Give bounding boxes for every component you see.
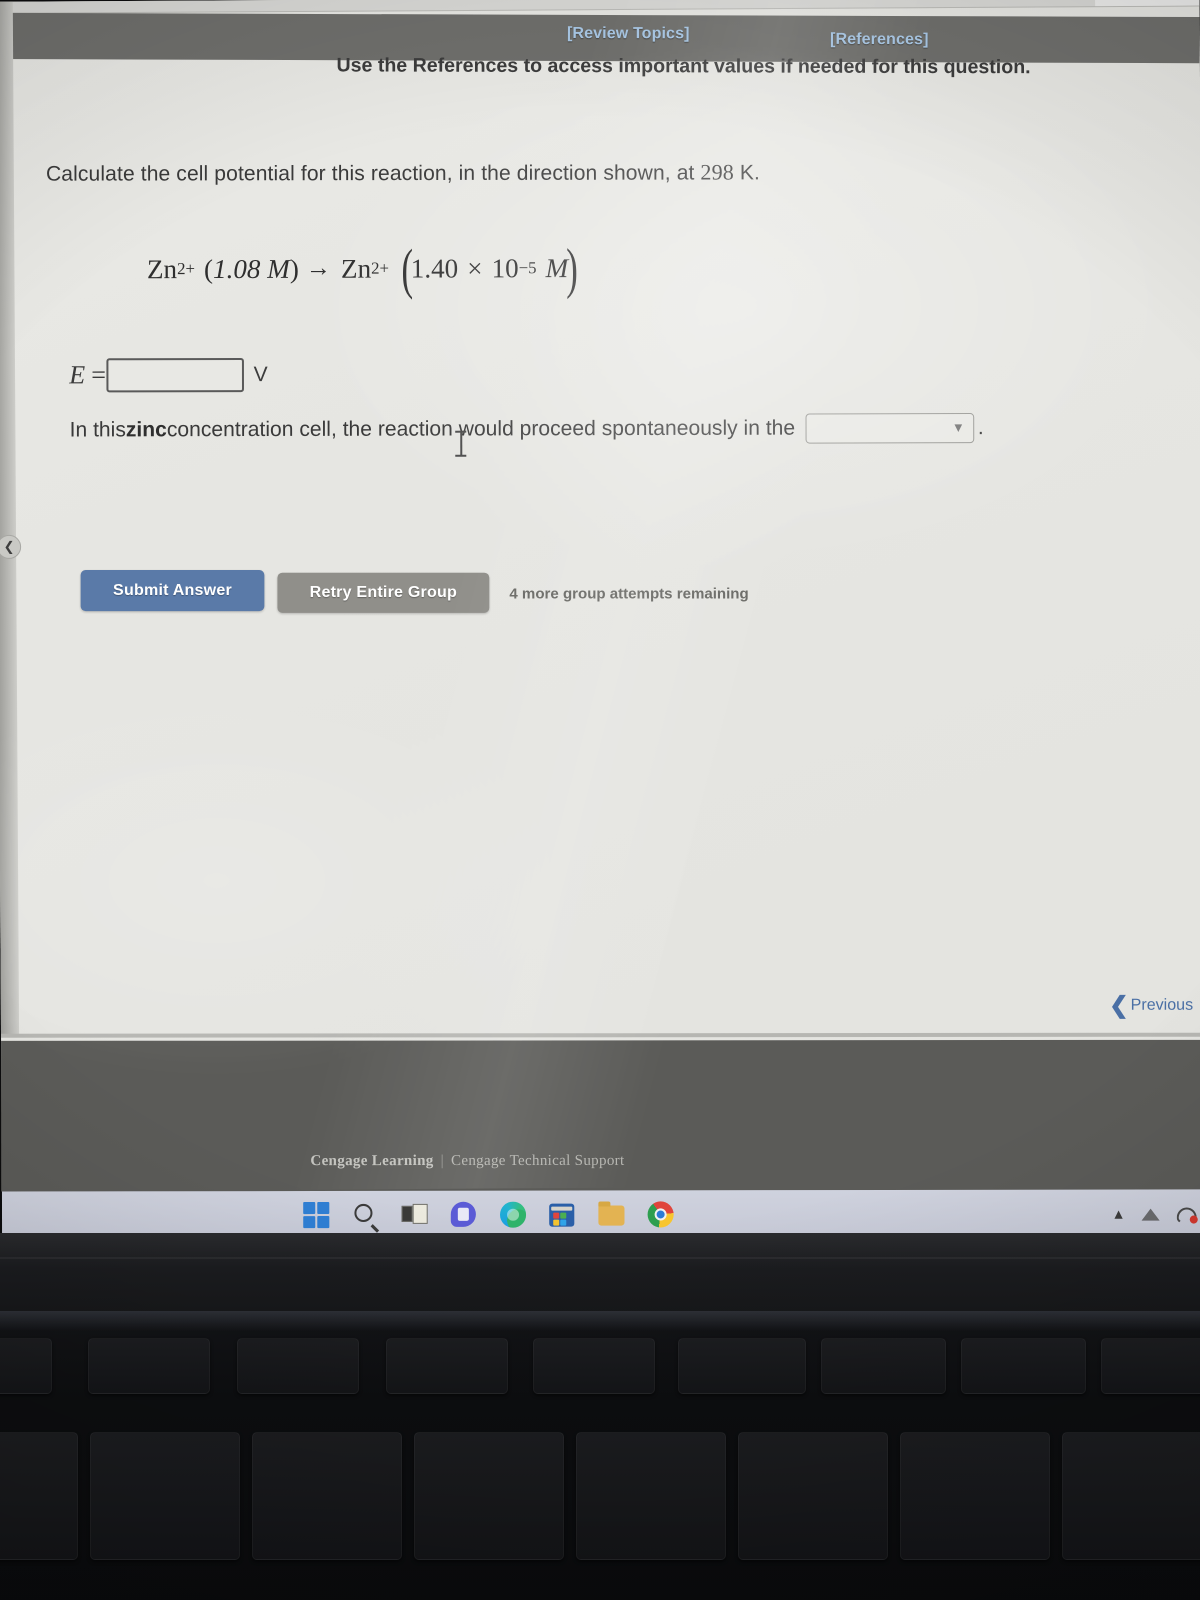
search-icon[interactable] bbox=[352, 1202, 378, 1228]
key-f7[interactable] bbox=[533, 1338, 655, 1394]
review-topics-link[interactable]: [Review Topics] bbox=[567, 25, 690, 43]
hinge-line bbox=[0, 1257, 1200, 1259]
key-f6[interactable] bbox=[386, 1338, 508, 1394]
key-f10[interactable] bbox=[961, 1338, 1086, 1394]
equals-sign: = bbox=[91, 360, 107, 390]
question-prompt: Calculate the cell potential for this re… bbox=[46, 159, 760, 186]
question-temperature: 298 bbox=[700, 159, 734, 185]
sentence-before-bold: In this bbox=[69, 418, 126, 442]
content-bottom-edge bbox=[1, 1032, 1200, 1038]
question-prompt-part2: K. bbox=[733, 161, 760, 185]
speaker-icon[interactable] bbox=[1142, 1206, 1161, 1221]
folder-icon[interactable] bbox=[598, 1201, 625, 1227]
reactant-charge: 2+ bbox=[177, 259, 195, 279]
previous-label: Previous bbox=[1131, 996, 1194, 1014]
key-f9[interactable] bbox=[821, 1338, 946, 1394]
browser-chrome-edge bbox=[0, 0, 1200, 14]
product-charge: 2+ bbox=[371, 258, 390, 278]
retry-entire-group-button[interactable]: Retry Entire Group bbox=[277, 572, 490, 613]
cell-potential-input[interactable] bbox=[105, 358, 244, 393]
key-0[interactable] bbox=[900, 1432, 1050, 1560]
key-9[interactable] bbox=[738, 1432, 888, 1560]
chrome-edge-highlight bbox=[1095, 0, 1200, 7]
key-f8[interactable] bbox=[678, 1338, 806, 1394]
chevron-left-icon: ❮ bbox=[1109, 991, 1130, 1018]
reactant-concentration: (1.08 M) bbox=[203, 253, 299, 284]
spontaneity-sentence: In this zinc concentration cell, the rea… bbox=[70, 413, 984, 446]
sidebar-collapse-icon[interactable]: ❮ bbox=[0, 534, 22, 560]
cengage-support-link[interactable]: Cengage Technical Support bbox=[451, 1153, 625, 1169]
taskbar-items bbox=[303, 1190, 674, 1239]
laptop-photo-stage: [Review Topics] [References] Use the Ref… bbox=[0, 0, 1200, 1600]
attempts-remaining-text: 4 more group attempts remaining bbox=[509, 585, 749, 603]
references-instruction: Use the References to access important v… bbox=[336, 54, 1031, 79]
key-6[interactable] bbox=[252, 1432, 402, 1560]
chrome-browser-icon[interactable] bbox=[647, 1201, 674, 1228]
windows-icon[interactable] bbox=[303, 1201, 330, 1229]
reaction-arrow: → bbox=[305, 254, 332, 282]
product-concentration: ( 1.40 × 10 −5 M ) bbox=[398, 237, 581, 301]
volt-unit-label: V bbox=[253, 363, 268, 387]
submit-answer-button[interactable]: Submit Answer bbox=[80, 569, 265, 612]
sentence-after-bold: concentration cell, the reaction would p… bbox=[166, 416, 796, 442]
product-exponent: −5 bbox=[518, 258, 537, 278]
task-view-icon[interactable] bbox=[401, 1202, 428, 1228]
key-f3[interactable] bbox=[0, 1338, 52, 1394]
footer-separator: | bbox=[440, 1152, 444, 1170]
key-pgup[interactable] bbox=[1101, 1338, 1200, 1394]
key-hyphen[interactable] bbox=[1062, 1432, 1200, 1560]
chevron-up-icon[interactable]: ▲ bbox=[1112, 1206, 1126, 1222]
key-f5[interactable] bbox=[237, 1338, 359, 1394]
network-icon[interactable] bbox=[1177, 1205, 1197, 1222]
page-footer: Cengage Learning | Cengage Technical Suppo… bbox=[1, 1039, 1200, 1192]
key-5[interactable] bbox=[90, 1432, 240, 1560]
question-prompt-part1: Calculate the cell potential for this re… bbox=[45, 161, 701, 186]
chat-icon[interactable] bbox=[450, 1201, 477, 1228]
system-tray: ▲ bbox=[1112, 1189, 1197, 1237]
references-link[interactable]: [References] bbox=[830, 31, 929, 49]
sentence-period: . bbox=[977, 416, 984, 440]
key-f4[interactable] bbox=[88, 1338, 210, 1394]
deck-glint bbox=[0, 1311, 1200, 1331]
left-paren: ( bbox=[401, 238, 414, 301]
product-species: Zn bbox=[340, 253, 372, 284]
product-unit: M bbox=[545, 252, 569, 283]
key-8[interactable] bbox=[576, 1432, 726, 1560]
cell-potential-label: E bbox=[69, 360, 86, 390]
key-4[interactable] bbox=[0, 1432, 78, 1560]
times-symbol: × bbox=[467, 252, 483, 284]
edge-browser-icon[interactable] bbox=[499, 1201, 527, 1228]
laptop-screen: [Review Topics] [References] Use the Ref… bbox=[0, 0, 1200, 1240]
right-paren: ) bbox=[565, 237, 578, 301]
left-rail: ❮ bbox=[0, 1, 22, 1037]
key-7[interactable] bbox=[414, 1432, 564, 1560]
cell-potential-row: E = V bbox=[69, 358, 268, 393]
microsoft-store-icon[interactable] bbox=[549, 1202, 575, 1228]
direction-select-wrap[interactable]: forward directionreverse direction ▼ bbox=[805, 413, 974, 444]
laptop-bezel bbox=[0, 1233, 1200, 1311]
previous-link[interactable]: ❮ Previous bbox=[1109, 991, 1194, 1018]
reaction-equation: Zn 2+ (1.08 M) → Zn 2+ ( 1.40 × 10 −5 M ) bbox=[146, 237, 581, 301]
reactant-species: Zn bbox=[146, 253, 178, 284]
product-base: 10 bbox=[491, 252, 519, 283]
footer-links: Cengage Learning | Cengage Technical Suppo… bbox=[310, 1153, 624, 1170]
sentence-bold-word: zinc bbox=[125, 418, 167, 442]
cengage-learning-link[interactable]: Cengage Learning bbox=[310, 1153, 433, 1169]
direction-select[interactable]: forward directionreverse direction bbox=[805, 413, 974, 444]
product-coefficient: 1.40 bbox=[410, 252, 459, 284]
